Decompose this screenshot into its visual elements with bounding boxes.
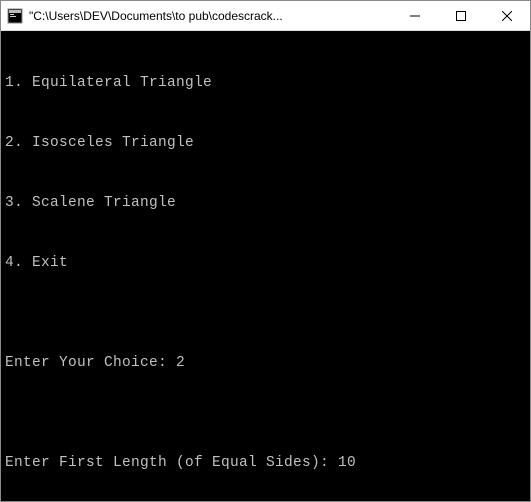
console-line: 2. Isosceles Triangle	[5, 133, 526, 153]
console-output[interactable]: 1. Equilateral Triangle 2. Isosceles Tri…	[1, 31, 530, 501]
maximize-icon	[456, 11, 466, 21]
console-line: Enter First Length (of Equal Sides): 10	[5, 453, 526, 473]
titlebar: "C:\Users\DEV\Documents\to pub\codescrac…	[1, 1, 530, 31]
close-icon	[502, 11, 512, 21]
console-line: 4. Exit	[5, 253, 526, 273]
close-button[interactable]	[484, 1, 530, 30]
minimize-button[interactable]	[392, 1, 438, 30]
window-title: "C:\Users\DEV\Documents\to pub\codescrac…	[29, 9, 392, 23]
console-line: 3. Scalene Triangle	[5, 193, 526, 213]
console-line: Enter Your Choice: 2	[5, 353, 526, 373]
app-icon	[7, 8, 23, 24]
app-window: "C:\Users\DEV\Documents\to pub\codescrac…	[0, 0, 531, 502]
maximize-button[interactable]	[438, 1, 484, 30]
window-controls	[392, 1, 530, 30]
minimize-icon	[410, 11, 420, 21]
console-line: 1. Equilateral Triangle	[5, 73, 526, 93]
